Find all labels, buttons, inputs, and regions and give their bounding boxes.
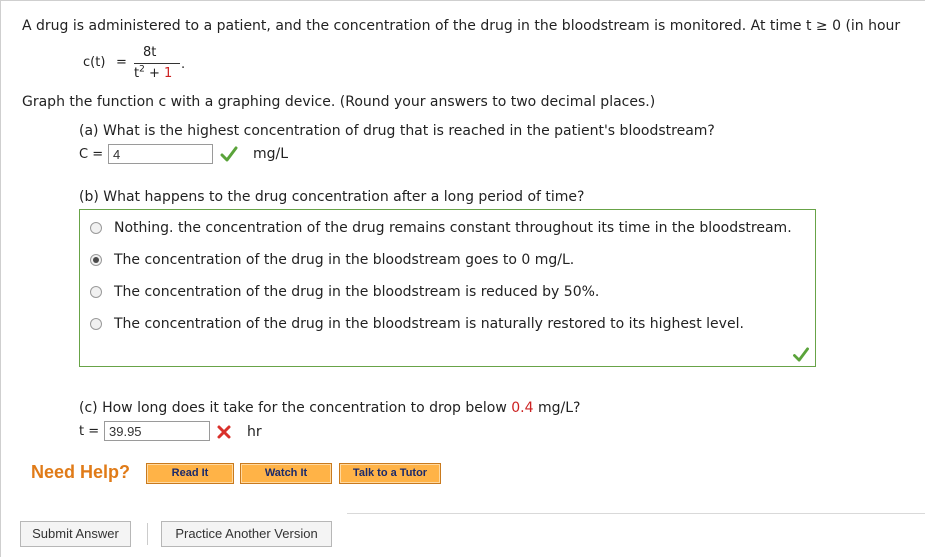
period: . [181, 57, 186, 72]
read-it-button[interactable]: Read It [146, 463, 234, 484]
option-3-radio[interactable] [90, 286, 102, 298]
option-4-radio[interactable] [90, 318, 102, 330]
option-2-label[interactable]: The concentration of the drug in the blo… [114, 252, 574, 268]
problem-intro: A drug is administered to a patient, and… [22, 18, 901, 34]
option-3-label[interactable]: The concentration of the drug in the blo… [114, 284, 599, 300]
part-b-question: (b) What happens to the drug concentrati… [79, 189, 585, 205]
part-c-unit: hr [247, 424, 262, 440]
submit-answer-button[interactable]: Submit Answer [20, 521, 131, 547]
option-1-label[interactable]: Nothing. the concentration of the drug r… [114, 220, 792, 236]
option-1-radio[interactable] [90, 222, 102, 234]
fraction-denominator: t2 + 1 [134, 64, 173, 81]
footer-divider [347, 513, 925, 514]
footer-separator [147, 523, 148, 545]
part-b-choice-group: Nothing. the concentration of the drug r… [79, 209, 816, 367]
graph-instruction: Graph the function c with a graphing dev… [22, 94, 656, 110]
left-border [0, 0, 1, 557]
part-a-var-label: C = [79, 147, 104, 162]
top-border [0, 0, 925, 1]
part-a-question: (a) What is the highest concentration of… [79, 123, 715, 139]
checkmark-icon [793, 347, 809, 362]
part-a-answer-input[interactable]: 4 [108, 144, 213, 164]
watch-it-button[interactable]: Watch It [240, 463, 332, 484]
checkmark-icon [220, 146, 238, 162]
practice-another-version-button[interactable]: Practice Another Version [161, 521, 332, 547]
function-lhs: c(t) [83, 55, 106, 70]
highlight-value: 0.4 [511, 400, 534, 416]
part-c-var-label: t = [79, 424, 100, 439]
need-help-title: Need Help? [31, 462, 131, 482]
talk-to-tutor-button[interactable]: Talk to a Tutor [339, 463, 441, 484]
part-c-question: (c) How long does it take for the concen… [79, 400, 581, 416]
fraction-numerator: 8t [143, 45, 157, 60]
part-c-answer-input[interactable]: 39.95 [104, 421, 210, 441]
x-mark-icon [217, 425, 231, 439]
part-a-unit: mg/L [253, 146, 289, 162]
option-2-radio[interactable] [90, 254, 102, 266]
option-4-label[interactable]: The concentration of the drug in the blo… [114, 316, 744, 332]
equals-sign: = [116, 55, 127, 70]
